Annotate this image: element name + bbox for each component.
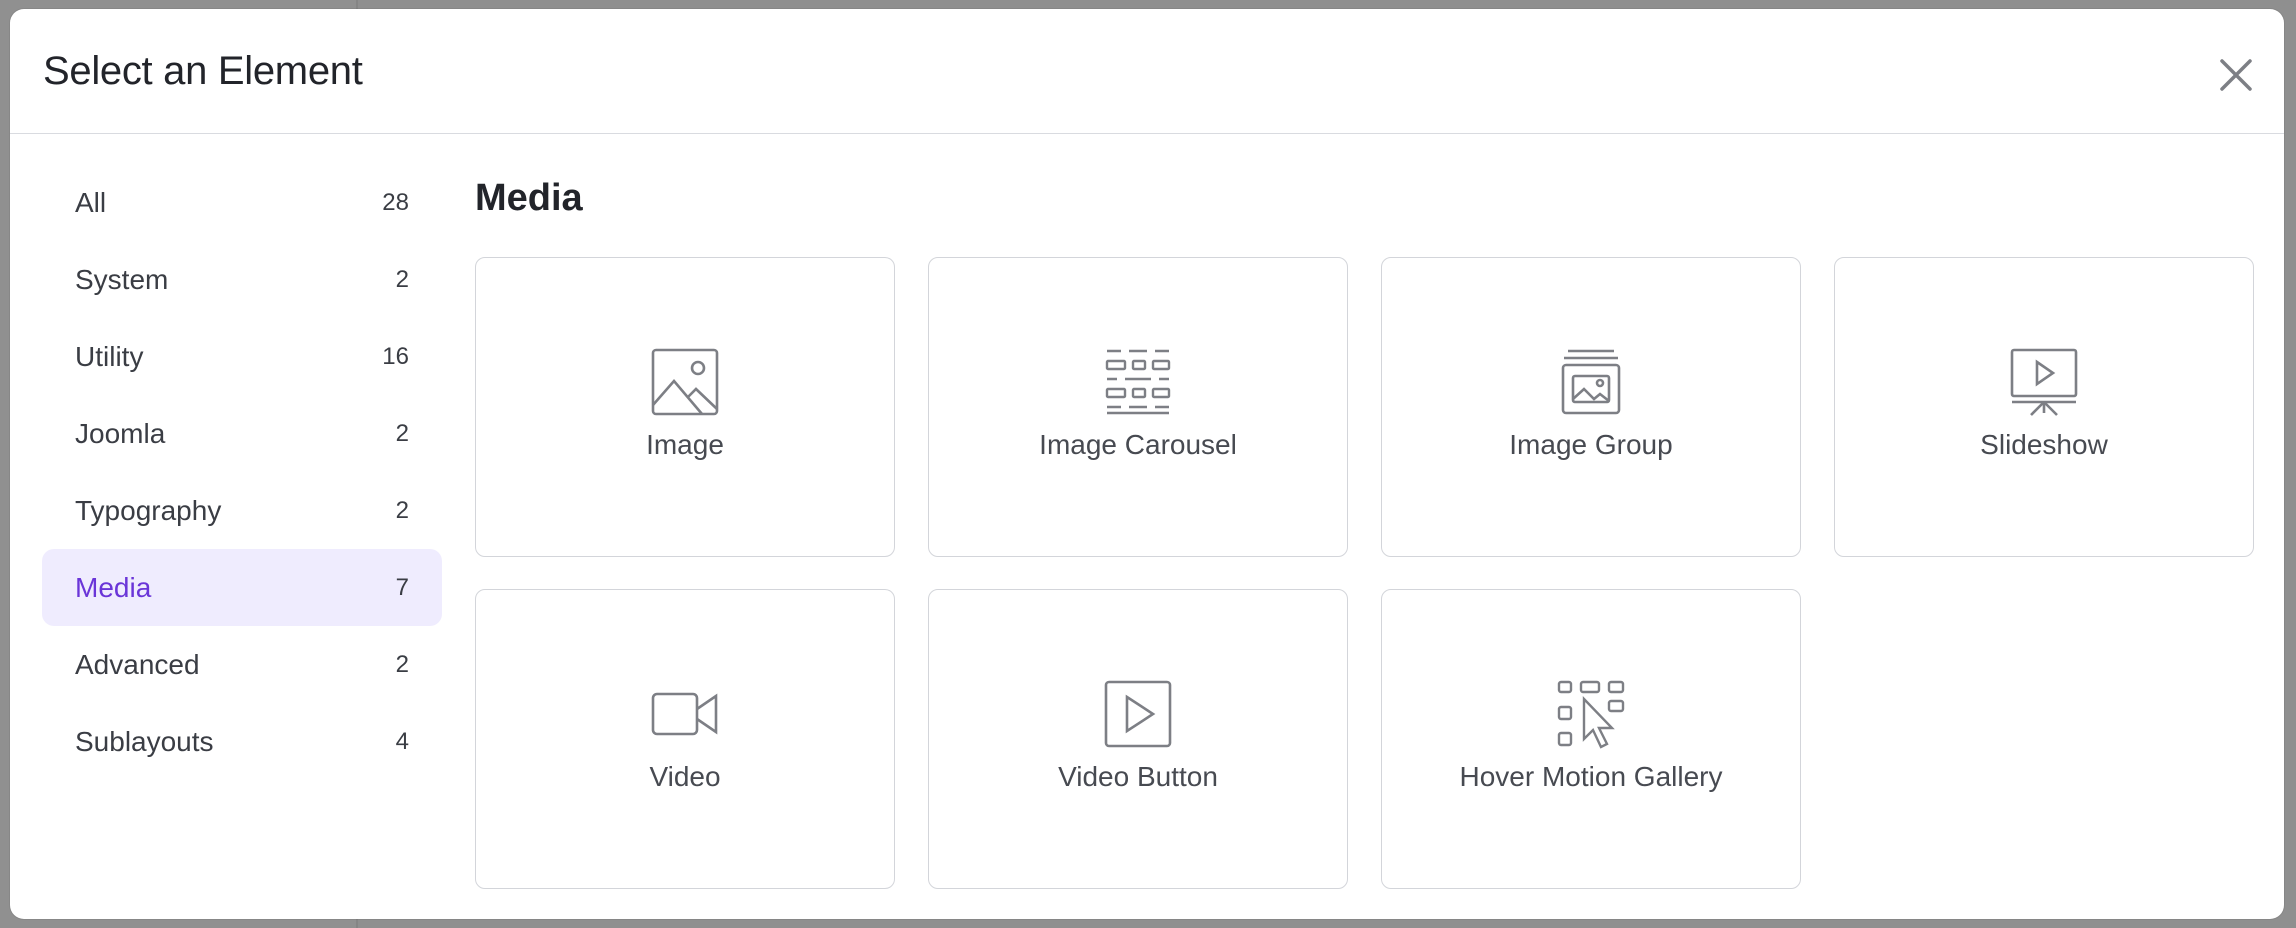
element-card-image[interactable]: Image — [475, 257, 895, 557]
sidebar-item-media[interactable]: Media 7 — [42, 549, 442, 626]
sidebar-item-count: 2 — [395, 496, 409, 524]
elements-panel: Media Image Image Carousel Image Group S… — [475, 177, 2265, 889]
sidebar-item-joomla[interactable]: Joomla 2 — [42, 395, 442, 472]
element-card-image-carousel[interactable]: Image Carousel — [928, 257, 1348, 557]
sidebar-item-label: Advanced — [75, 648, 200, 680]
element-card-label: Image Carousel — [1039, 429, 1237, 460]
category-sidebar: All 28 System 2 Utility 16 Joomla 2 Typo… — [42, 164, 442, 780]
brick-carousel-icon — [1103, 347, 1173, 417]
sidebar-item-label: All — [75, 186, 107, 218]
element-card-video-button[interactable]: Video Button — [928, 589, 1348, 889]
sidebar-item-system[interactable]: System 2 — [42, 241, 442, 318]
element-card-label: Slideshow — [1980, 429, 2108, 460]
sidebar-item-count: 16 — [382, 342, 409, 370]
element-card-image-group[interactable]: Image Group — [1381, 257, 1801, 557]
element-card-label: Video — [649, 761, 721, 792]
element-card-label: Image — [646, 429, 724, 460]
elements-grid: Image Image Carousel Image Group Slidesh… — [475, 257, 2265, 889]
sidebar-item-all[interactable]: All 28 — [42, 164, 442, 241]
element-card-hover-motion-gallery[interactable]: Hover Motion Gallery — [1381, 589, 1801, 889]
sidebar-item-label: Typography — [75, 494, 222, 526]
sidebar-item-label: Utility — [75, 340, 144, 372]
element-card-label: Hover Motion Gallery — [1459, 761, 1723, 792]
sidebar-item-typography[interactable]: Typography 2 — [42, 472, 442, 549]
select-element-modal: Select an Element All 28 System 2 Utilit… — [10, 9, 2284, 919]
image-group-icon — [1556, 347, 1626, 417]
element-card-label: Image Group — [1509, 429, 1673, 460]
presentation-slideshow-icon — [2009, 347, 2079, 417]
image-icon — [650, 347, 720, 417]
sidebar-item-sublayouts[interactable]: Sublayouts 4 — [42, 703, 442, 780]
sidebar-item-count: 2 — [395, 419, 409, 447]
play-button-icon — [1103, 679, 1173, 749]
video-camera-icon — [650, 679, 720, 749]
sidebar-item-count: 7 — [395, 573, 409, 601]
close-button[interactable] — [2212, 51, 2260, 99]
element-card-label: Video Button — [1058, 761, 1218, 792]
modal-header: Select an Element — [10, 9, 2284, 134]
sidebar-item-count: 2 — [395, 650, 409, 678]
sidebar-item-advanced[interactable]: Advanced 2 — [42, 626, 442, 703]
modal-title: Select an Element — [43, 49, 363, 93]
element-card-video[interactable]: Video — [475, 589, 895, 889]
sidebar-item-label: System — [75, 263, 169, 295]
hover-gallery-cursor-icon — [1556, 679, 1626, 749]
section-title: Media — [475, 177, 583, 219]
sidebar-item-utility[interactable]: Utility 16 — [42, 318, 442, 395]
sidebar-item-label: Joomla — [75, 417, 166, 449]
sidebar-item-count: 28 — [382, 188, 409, 216]
sidebar-item-count: 4 — [395, 727, 409, 755]
sidebar-item-label: Sublayouts — [75, 725, 214, 757]
close-icon — [2220, 59, 2252, 91]
sidebar-item-label: Media — [75, 571, 152, 603]
element-card-slideshow[interactable]: Slideshow — [1834, 257, 2254, 557]
sidebar-item-count: 2 — [395, 265, 409, 293]
